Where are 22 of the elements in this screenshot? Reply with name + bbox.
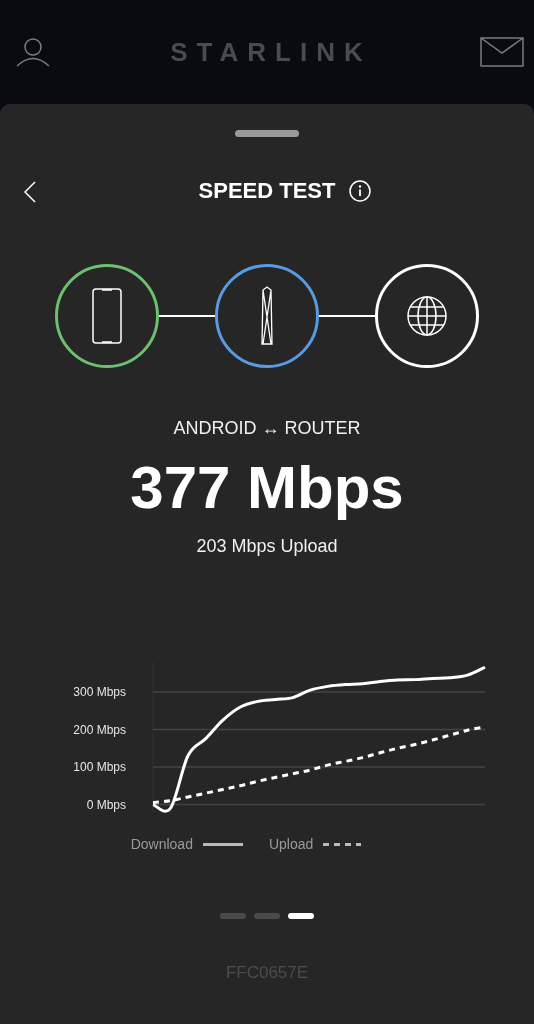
axis-label: 0 Mbps xyxy=(86,797,126,812)
info-icon[interactable] xyxy=(349,180,372,202)
profile-icon[interactable] xyxy=(16,37,50,67)
upload-speed: 203 Mbps Upload xyxy=(196,535,338,558)
download-speed: 377 Mbps xyxy=(130,455,404,521)
mail-icon[interactable] xyxy=(480,37,524,67)
app-logo: STARLINK xyxy=(170,36,372,68)
globe-icon xyxy=(406,295,448,337)
legend-label: Download xyxy=(130,836,193,852)
phone-icon xyxy=(92,288,122,344)
drag-handle[interactable] xyxy=(235,130,299,137)
legend-label: Upload xyxy=(268,836,314,852)
axis-label: 300 Mbps xyxy=(73,685,126,699)
screen-title: SPEED TEST xyxy=(198,178,336,204)
page-indicator[interactable] xyxy=(288,913,314,919)
axis-label: 200 Mbps xyxy=(73,722,126,737)
connection-label: ANDROID ↔ ROUTER xyxy=(173,417,361,440)
router-icon xyxy=(259,286,275,346)
dashed-line-icon xyxy=(323,842,362,846)
solid-line-icon xyxy=(202,842,243,846)
axis-label: 100 Mbps xyxy=(73,760,126,774)
back-icon[interactable] xyxy=(24,181,36,203)
